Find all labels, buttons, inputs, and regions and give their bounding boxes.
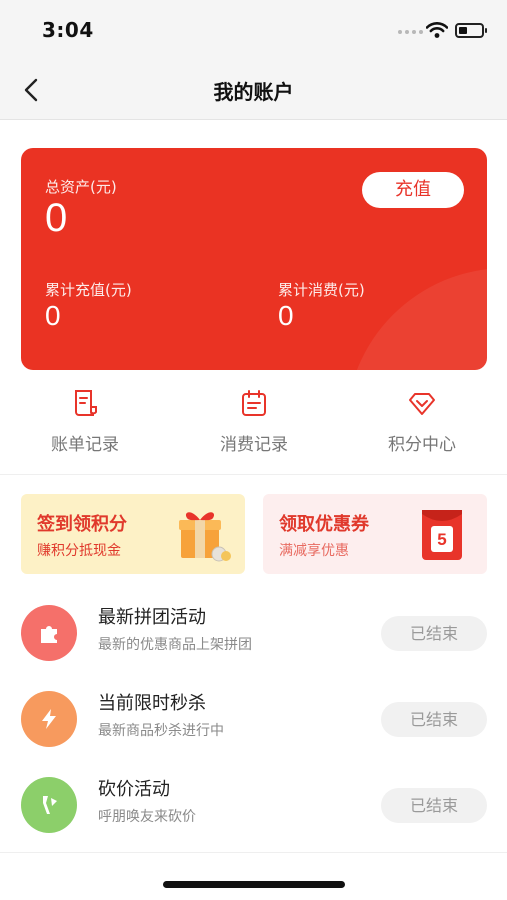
gift-icon — [179, 512, 231, 562]
puzzle-icon — [41, 626, 57, 643]
signin-points-card[interactable]: 签到领积分 赚积分抵现金 — [21, 494, 245, 574]
account-card: 总资产(元) 0 充值 累计充值(元) 0 累计消费(元) 0 — [21, 148, 487, 370]
group-buy-icon-circle — [21, 605, 77, 661]
flash-sale-activity-row: 当前限时秒杀 最新商品秒杀进行中 已结束 — [0, 680, 507, 766]
spent-value: 0 — [278, 300, 294, 331]
diamond-icon — [409, 393, 435, 415]
bargain-icon-circle — [21, 777, 77, 833]
flash-sale-status-button[interactable]: 已结束 — [381, 702, 487, 737]
calendar-icon — [242, 390, 266, 416]
consumption-records-label: 消费记录 — [220, 435, 288, 455]
coupon-card[interactable]: 领取优惠券 满减享优惠 5 — [263, 494, 487, 574]
consumption-records-entry[interactable]: 消费记录 — [169, 388, 339, 460]
bargain-desc: 呼朋唤友来砍价 — [98, 809, 196, 825]
flash-sale-desc: 最新商品秒杀进行中 — [98, 723, 224, 739]
signin-points-title: 签到领积分 — [37, 514, 127, 535]
home-indicator[interactable] — [163, 881, 345, 888]
bill-icon — [75, 390, 97, 416]
recharged-value: 0 — [45, 300, 61, 331]
coupon-title: 领取优惠券 — [279, 514, 369, 535]
recharge-button[interactable]: 充值 — [362, 172, 464, 208]
bottom-divider — [0, 852, 507, 853]
bill-records-entry[interactable]: 账单记录 — [0, 388, 170, 460]
bill-records-label: 账单记录 — [51, 435, 119, 455]
group-buy-desc: 最新的优惠商品上架拼团 — [98, 637, 252, 653]
flash-sale-icon-circle — [21, 691, 77, 747]
group-buy-title: 最新拼团活动 — [98, 607, 206, 628]
bargain-title: 砍价活动 — [98, 779, 170, 800]
group-buy-activity-row: 最新拼团活动 最新的优惠商品上架拼团 已结束 — [0, 594, 507, 680]
coupon-badge-number: 5 — [437, 530, 446, 549]
flash-sale-title: 当前限时秒杀 — [98, 693, 206, 714]
nav-bar: 我的账户 — [0, 60, 507, 120]
page-title: 我的账户 — [213, 80, 294, 104]
wifi-icon — [426, 22, 448, 38]
group-buy-status-button[interactable]: 已结束 — [381, 616, 487, 651]
red-envelope-icon: 5 — [422, 510, 462, 560]
battery-icon — [455, 23, 487, 38]
total-assets-value: 0 — [45, 196, 68, 240]
lightning-icon — [42, 709, 56, 729]
bargain-status-button[interactable]: 已结束 — [381, 788, 487, 823]
divider — [0, 474, 507, 475]
signin-points-subtitle: 赚积分抵现金 — [37, 543, 121, 559]
status-bar: 3:04 — [0, 0, 507, 60]
signal-icon — [398, 30, 423, 34]
total-assets-label: 总资产(元) — [45, 178, 117, 196]
card-decoration — [346, 268, 487, 370]
bargain-activity-row: 砍价活动 呼朋唤友来砍价 已结束 — [0, 766, 507, 852]
axe-icon — [43, 796, 57, 814]
spent-label: 累计消费(元) — [278, 281, 365, 299]
points-center-entry[interactable]: 积分中心 — [337, 388, 507, 460]
status-time: 3:04 — [42, 18, 94, 42]
points-center-label: 积分中心 — [388, 435, 456, 455]
coupon-subtitle: 满减享优惠 — [279, 543, 349, 559]
recharged-label: 累计充值(元) — [45, 281, 132, 299]
